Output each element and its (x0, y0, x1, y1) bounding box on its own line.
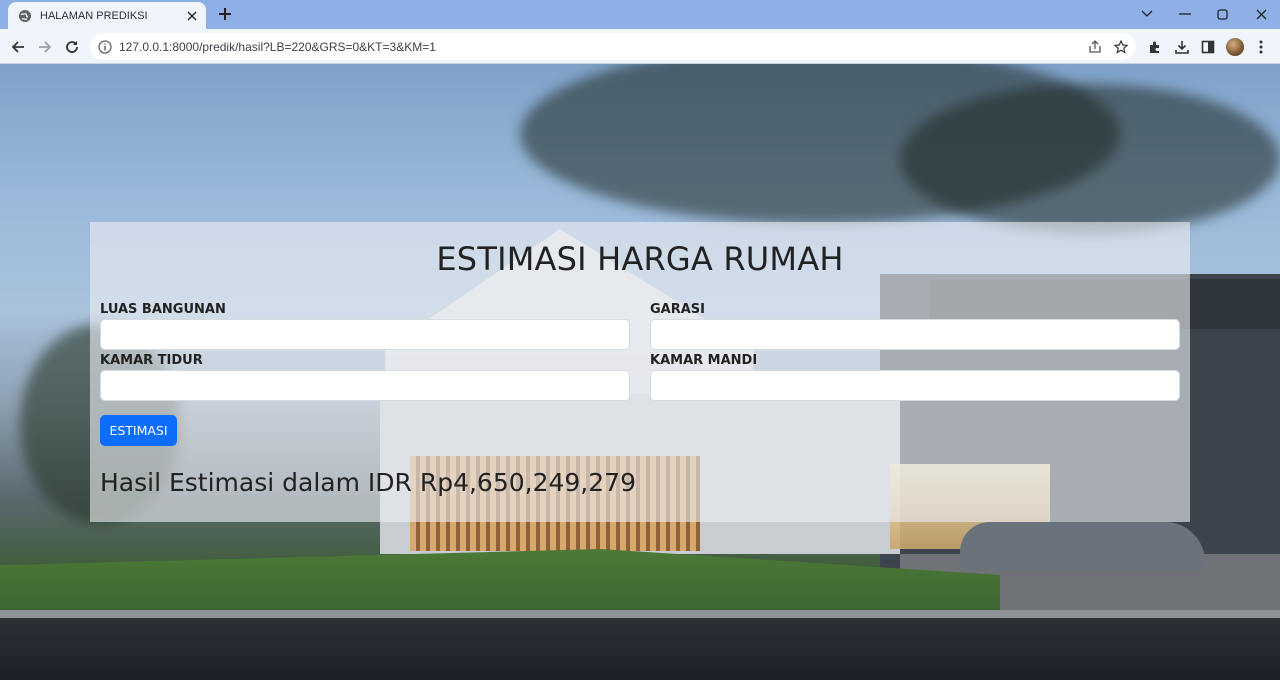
page-title: ESTIMASI HARGA RUMAH (436, 240, 844, 278)
curb (0, 610, 1280, 618)
car (960, 522, 1205, 570)
forward-icon[interactable] (35, 37, 55, 57)
luas-bangunan-input[interactable] (100, 319, 630, 350)
globe-icon (18, 9, 32, 23)
tab-title: HALAMAN PREDIKSI (40, 9, 148, 22)
estimation-panel: ESTIMASI HARGA RUMAH LUAS BANGUNAN GARAS… (90, 222, 1190, 522)
lawn (0, 549, 1000, 614)
close-icon[interactable] (184, 8, 200, 24)
road (0, 618, 1280, 680)
label-kamar-tidur: KAMAR TIDUR (100, 353, 203, 368)
tree-canopy (900, 84, 1280, 234)
side-panel-icon[interactable] (1198, 37, 1218, 57)
garasi-input[interactable] (650, 319, 1180, 350)
browser-toolbar: 127.0.0.1:8000/predik/hasil?LB=220&GRS=0… (0, 29, 1280, 64)
plus-icon[interactable] (216, 5, 234, 23)
avatar[interactable] (1225, 37, 1245, 57)
star-icon[interactable] (1112, 38, 1130, 56)
label-garasi: GARASI (650, 302, 706, 317)
result-text: Hasil Estimasi dalam IDR Rp4,650,249,279 (100, 468, 636, 497)
window-close-icon[interactable] (1250, 4, 1272, 24)
url-text[interactable]: 127.0.0.1:8000/predik/hasil?LB=220&GRS=0… (119, 40, 1136, 54)
kamar-tidur-input[interactable] (100, 370, 630, 401)
extensions-icon[interactable] (1145, 37, 1165, 57)
page-background: ESTIMASI HARGA RUMAH LUAS BANGUNAN GARAS… (0, 64, 1280, 680)
tab-halaman-prediksi[interactable]: HALAMAN PREDIKSI (8, 2, 206, 29)
tab-strip: HALAMAN PREDIKSI (0, 0, 1280, 29)
kebab-menu-icon[interactable] (1251, 37, 1271, 57)
info-icon[interactable] (98, 39, 112, 54)
maximize-icon[interactable] (1211, 4, 1233, 24)
label-kamar-mandi: KAMAR MANDI (650, 353, 758, 368)
back-icon[interactable] (8, 37, 28, 57)
address-bar[interactable]: 127.0.0.1:8000/predik/hasil?LB=220&GRS=0… (90, 33, 1136, 60)
kamar-mandi-input[interactable] (650, 370, 1180, 401)
reload-icon[interactable] (62, 37, 82, 57)
download-icon[interactable] (1172, 37, 1192, 57)
share-icon[interactable] (1086, 38, 1104, 56)
estimasi-button[interactable]: ESTIMASI (100, 415, 177, 446)
label-luas-bangunan: LUAS BANGUNAN (100, 302, 226, 317)
minimize-icon[interactable] (1174, 4, 1196, 24)
chevron-down-icon[interactable] (1136, 4, 1158, 24)
